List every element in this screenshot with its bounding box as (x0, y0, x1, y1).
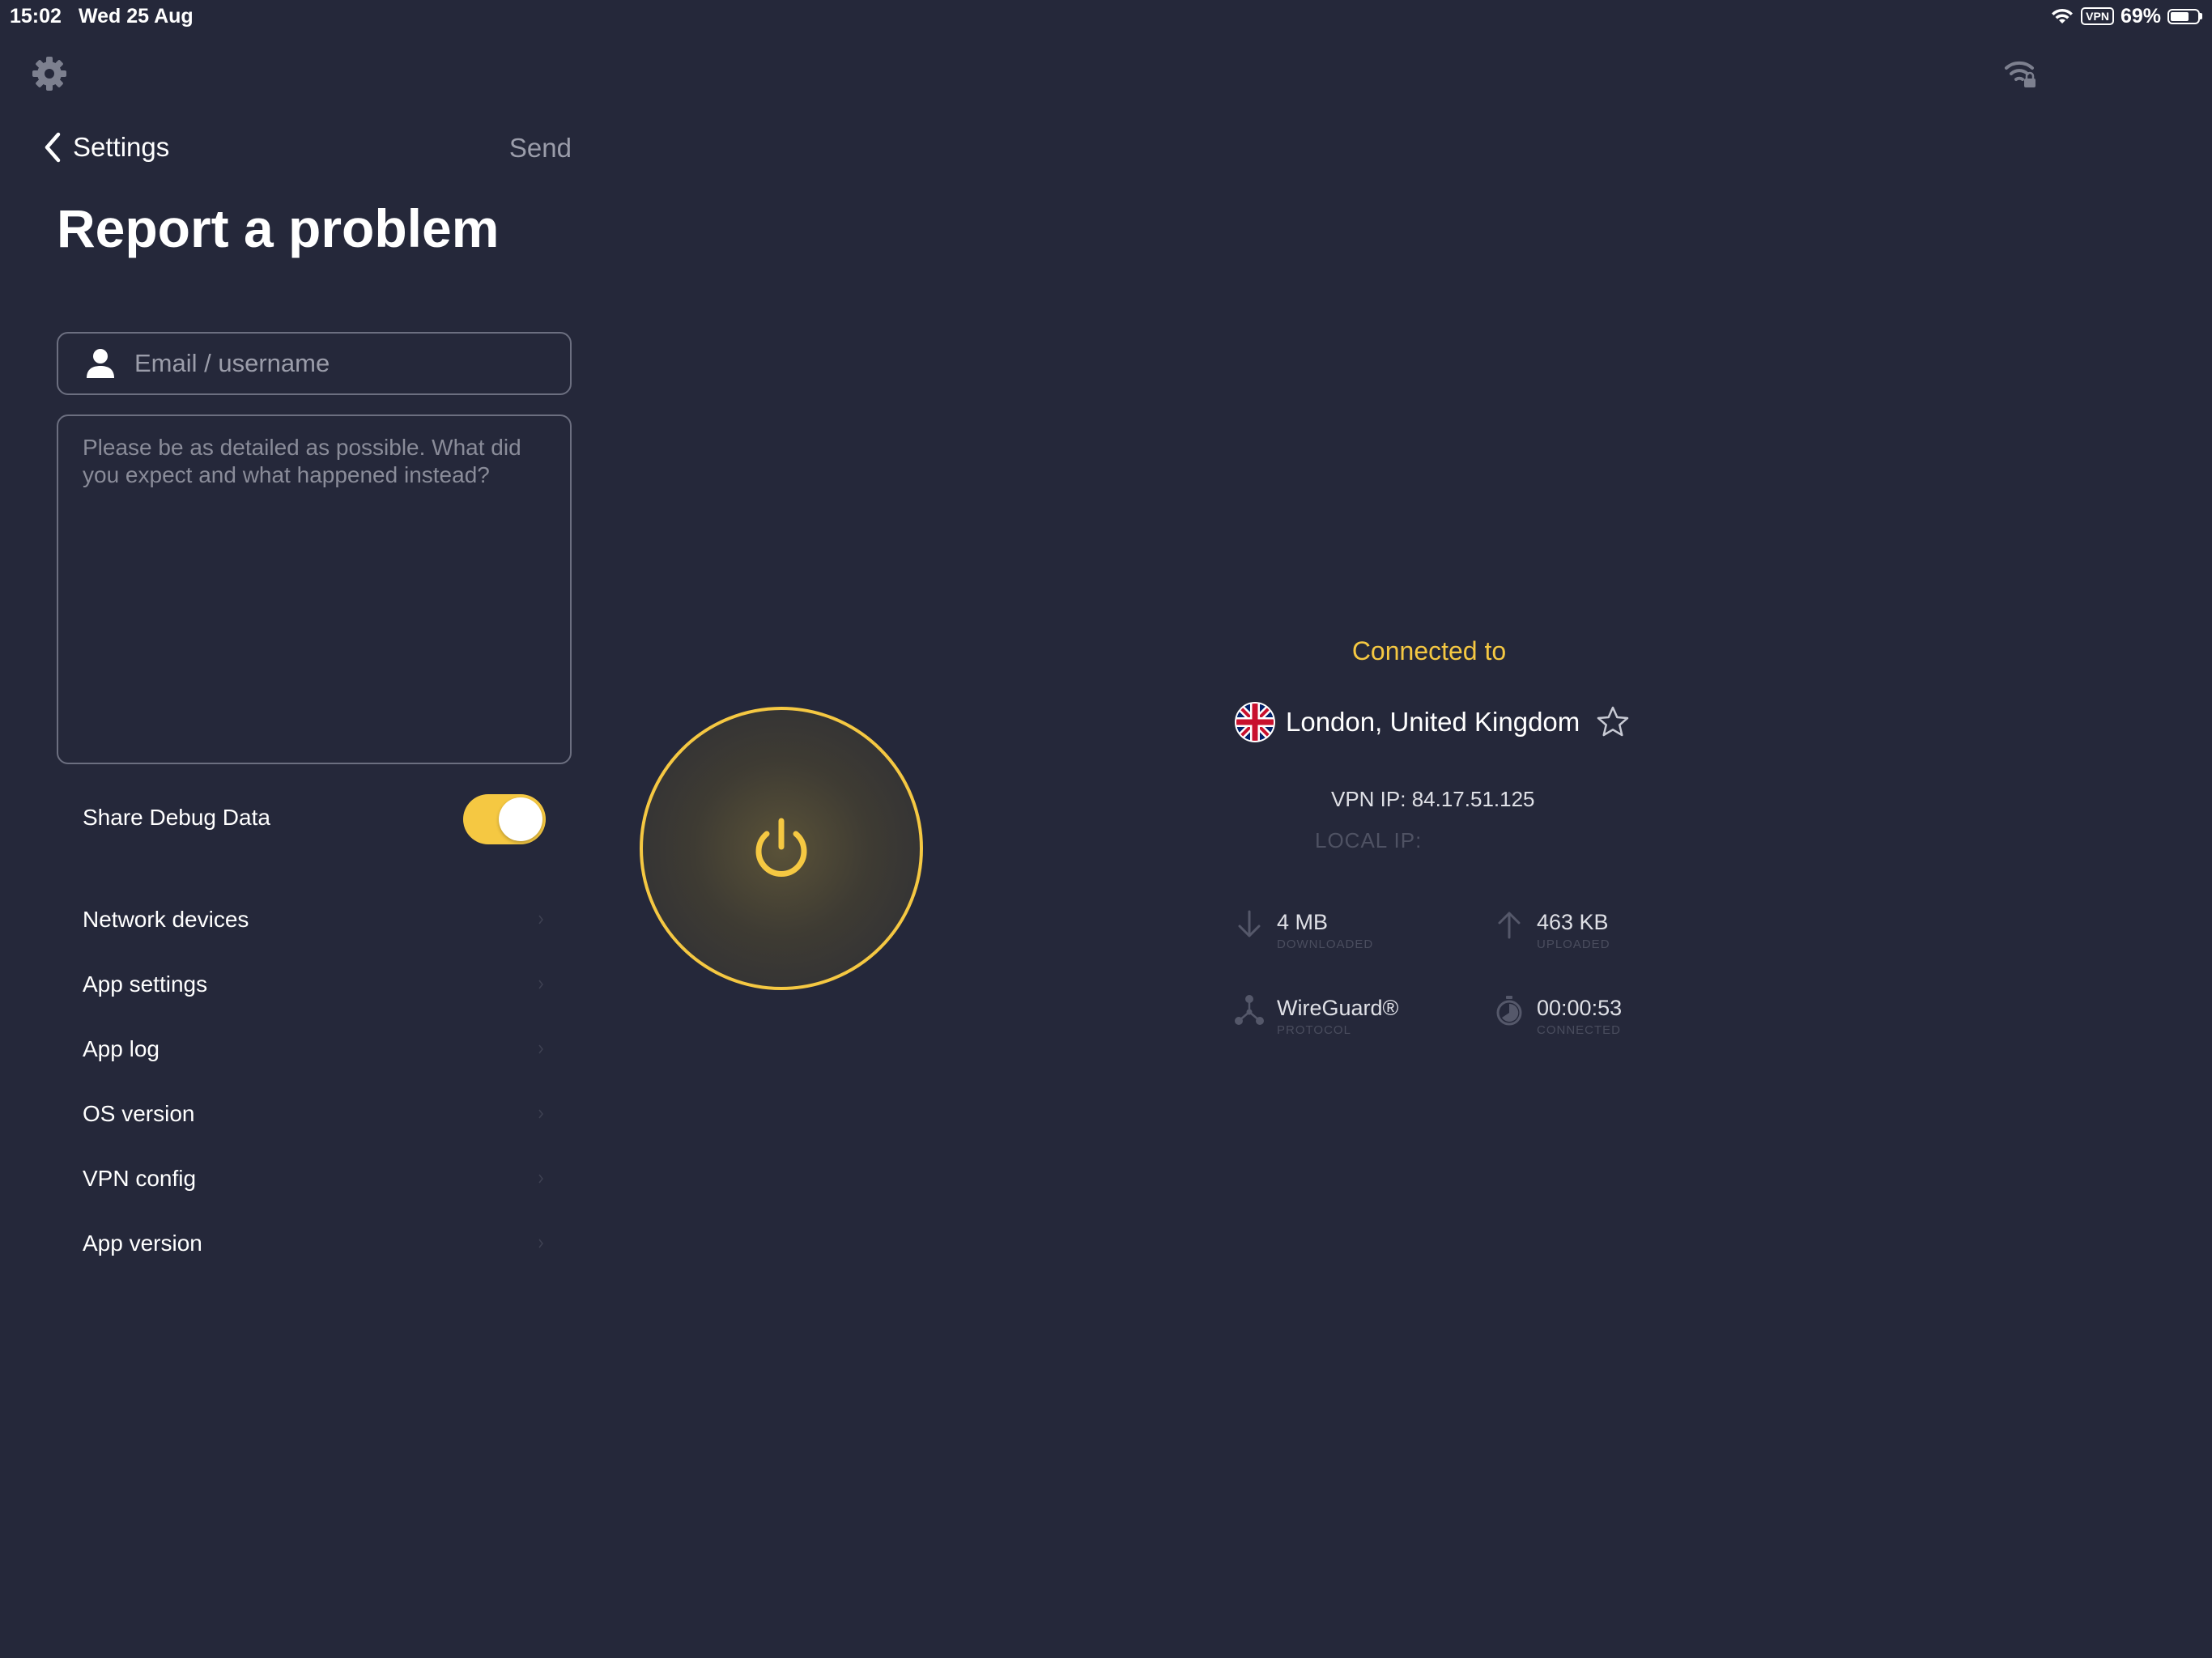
connected-time-value: 00:00:53 (1537, 996, 1623, 1020)
info-row-label: App log (83, 1036, 160, 1061)
chevron-right-icon (538, 1174, 543, 1184)
protocol-icon (1235, 995, 1264, 1025)
back-button[interactable]: Settings (42, 131, 169, 164)
local-ip: LOCAL IP: (1315, 828, 1423, 852)
info-row-label: OS version (83, 1101, 195, 1126)
email-field-container[interactable] (57, 332, 572, 395)
vpn-badge: VPN (2081, 7, 2114, 25)
chevron-left-icon (45, 132, 61, 163)
debug-info-list: Network devices App settings App log OS … (83, 887, 544, 1276)
info-row-app-version[interactable]: App version (83, 1211, 544, 1276)
chevron-right-icon (538, 1109, 543, 1119)
connection-status: Connected to (1351, 636, 1507, 665)
downloaded-stat: 4 MB DOWNLOADED (1235, 908, 1373, 952)
status-indicators: VPN 69% (2050, 3, 2202, 29)
uploaded-label: UPLOADED (1537, 937, 1610, 951)
toggle-knob (499, 797, 542, 841)
info-row-os-version[interactable]: OS version (83, 1082, 544, 1146)
status-time: 15:02 (10, 5, 62, 28)
protocol-stat: WireGuard® PROTOCOL (1235, 994, 1398, 1038)
location-name: London, United Kingdom (1286, 707, 1580, 737)
info-row-label: VPN config (83, 1166, 197, 1191)
info-row-app-settings[interactable]: App settings (83, 952, 544, 1017)
battery-percent: 69% (2120, 4, 2161, 28)
location-row: London, United Kingdom (1234, 701, 1630, 743)
protocol-label: PROTOCOL (1277, 1023, 1351, 1037)
gear-icon[interactable] (29, 53, 70, 94)
wifi-lock-icon[interactable] (2003, 57, 2039, 89)
details-field-container[interactable] (57, 414, 572, 764)
uk-flag-icon (1235, 702, 1275, 742)
downloaded-label: DOWNLOADED (1277, 937, 1374, 951)
page-title: Report a problem (57, 198, 500, 258)
connected-time-label: CONNECTED (1537, 1023, 1622, 1037)
info-row-network-devices[interactable]: Network devices (83, 887, 544, 952)
timer-icon (1496, 996, 1522, 1026)
chevron-right-icon (538, 915, 543, 925)
arrow-up-icon (1498, 912, 1521, 939)
email-field[interactable] (133, 348, 541, 379)
power-button[interactable] (640, 707, 923, 990)
info-row-label: App version (83, 1231, 202, 1256)
info-row-label: Network devices (83, 907, 249, 932)
uploaded-value: 463 KB (1537, 910, 1609, 934)
protocol-value: WireGuard® (1277, 996, 1399, 1020)
back-label: Settings (73, 132, 170, 162)
info-row-vpn-config[interactable]: VPN config (83, 1146, 544, 1211)
battery-icon (2167, 8, 2202, 24)
arrow-down-icon (1238, 910, 1261, 937)
info-row-label: App settings (83, 971, 208, 997)
wifi-icon (2052, 8, 2074, 23)
power-icon (755, 818, 807, 877)
uploaded-stat: 463 KB UPLOADED (1495, 908, 1610, 952)
downloaded-value: 4 MB (1277, 910, 1329, 934)
share-debug-toggle[interactable] (463, 794, 546, 844)
vpn-ip: VPN IP: 84.17.51.125 (1331, 787, 1535, 811)
star-outline-icon[interactable] (1596, 705, 1630, 739)
problem-description-field[interactable] (83, 434, 546, 745)
chevron-right-icon (538, 1044, 543, 1054)
send-button[interactable]: Send (470, 133, 572, 164)
status-date: Wed 25 Aug (79, 5, 194, 28)
chevron-right-icon (538, 980, 543, 989)
info-row-app-log[interactable]: App log (83, 1017, 544, 1082)
connected-time-stat: 00:00:53 CONNECTED (1495, 994, 1622, 1038)
chevron-right-icon (538, 1239, 543, 1248)
share-debug-label: Share Debug Data (83, 805, 270, 830)
user-icon (87, 349, 114, 378)
